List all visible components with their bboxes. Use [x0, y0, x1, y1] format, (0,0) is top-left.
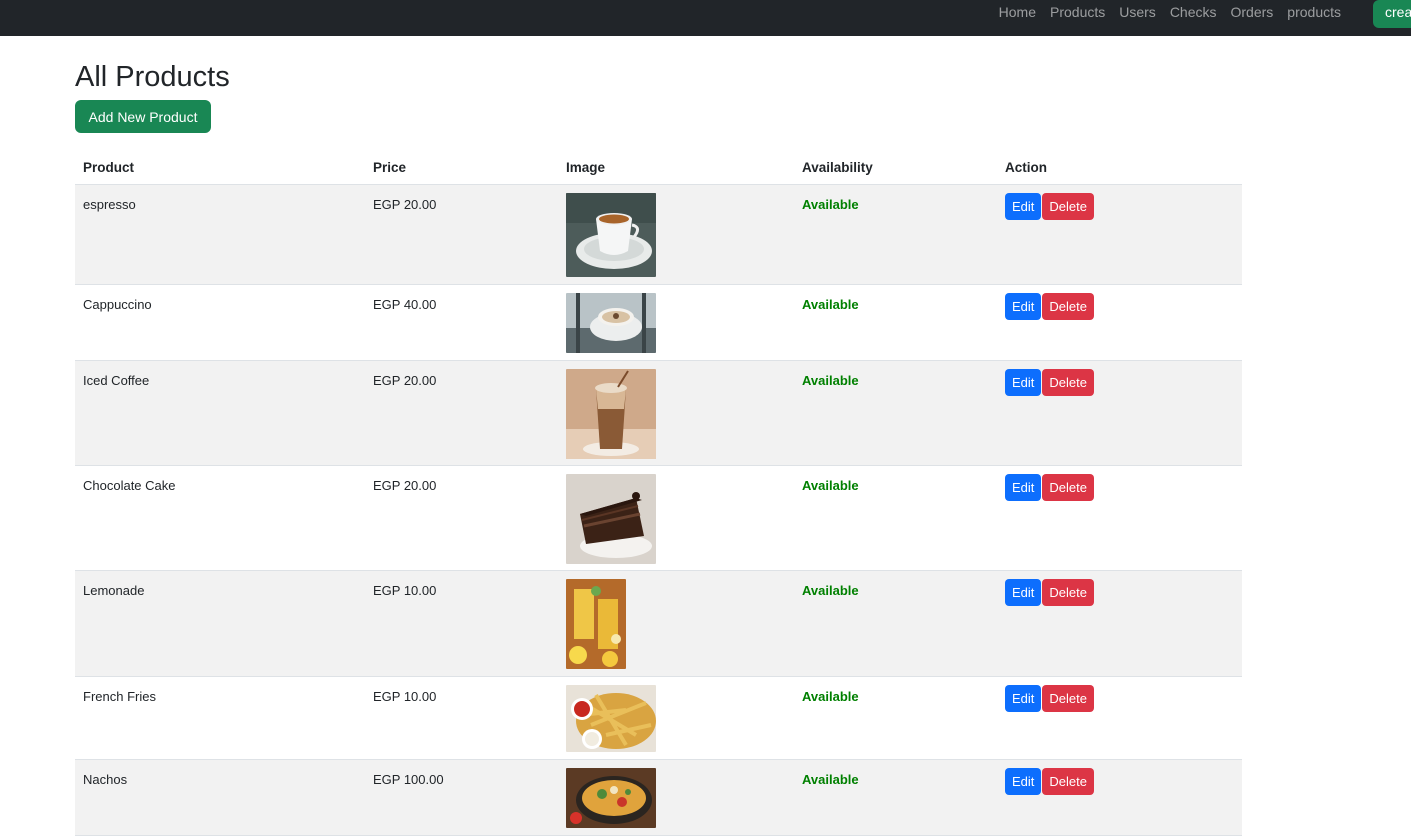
product-price: EGP 40.00: [365, 284, 558, 361]
edit-button[interactable]: Edit: [1005, 293, 1042, 320]
product-price: EGP 20.00: [365, 184, 558, 285]
product-name: Chocolate Cake: [75, 465, 365, 571]
delete-button[interactable]: Delete: [1042, 685, 1094, 712]
product-name: espresso: [75, 184, 365, 285]
availability-status: Available: [794, 759, 997, 836]
header-action: Action: [997, 150, 1242, 185]
availability-status: Available: [794, 570, 997, 677]
product-name: Nachos: [75, 759, 365, 836]
nav-create-button[interactable]: crea: [1373, 0, 1411, 28]
availability-status: Available: [794, 465, 997, 571]
products-table: Product Price Image Availability Action …: [75, 150, 1242, 836]
header-image: Image: [558, 150, 794, 185]
edit-button[interactable]: Edit: [1005, 685, 1042, 712]
product-name: Lemonade: [75, 570, 365, 677]
availability-status: Available: [794, 184, 997, 285]
product-price: EGP 20.00: [365, 360, 558, 466]
nav-checks-link[interactable]: Checks: [1170, 4, 1217, 20]
add-new-product-button[interactable]: Add New Product: [75, 100, 211, 133]
table-row: Iced Coffee EGP 20.00 Available Edit Del…: [75, 360, 1242, 466]
availability-status: Available: [794, 284, 997, 361]
table-row: Lemonade EGP 10.00 Available Edit Delete: [75, 570, 1242, 677]
iced-coffee-photo: [566, 369, 656, 459]
delete-button[interactable]: Delete: [1042, 369, 1094, 396]
header-price: Price: [365, 150, 558, 185]
nav-products-link[interactable]: Products: [1050, 4, 1105, 20]
table-row: espresso EGP 20.00 Available Edit Delete: [75, 184, 1242, 285]
availability-status: Available: [794, 360, 997, 466]
edit-button[interactable]: Edit: [1005, 474, 1042, 501]
edit-button[interactable]: Edit: [1005, 579, 1042, 606]
nachos-photo: [566, 768, 656, 828]
chocolate-cake-photo: [566, 474, 656, 564]
products-table-container: Product Price Image Availability Action …: [75, 150, 1242, 836]
product-price: EGP 100.00: [365, 759, 558, 836]
table-row: Nachos EGP 100.00 Available Edit Delete: [75, 759, 1242, 836]
table-row: French Fries EGP 10.00 Available Edit De…: [75, 676, 1242, 760]
header-availability: Availability: [794, 150, 997, 185]
nav-orders-link[interactable]: Orders: [1231, 4, 1274, 20]
edit-button[interactable]: Edit: [1005, 768, 1042, 795]
delete-button[interactable]: Delete: [1042, 293, 1094, 320]
availability-status: Available: [794, 676, 997, 760]
product-price: EGP 20.00: [365, 465, 558, 571]
nav-home-link[interactable]: Home: [999, 4, 1036, 20]
french-fries-photo: [566, 685, 656, 752]
product-name: Cappuccino: [75, 284, 365, 361]
delete-button[interactable]: Delete: [1042, 474, 1094, 501]
edit-button[interactable]: Edit: [1005, 369, 1042, 396]
table-row: Chocolate Cake EGP 20.00 Available Edit …: [75, 465, 1242, 571]
table-row: Cappuccino EGP 40.00 Available Edit Dele…: [75, 284, 1242, 361]
product-price: EGP 10.00: [365, 570, 558, 677]
nav-links: Home Products Users Checks Orders produc…: [999, 0, 1411, 24]
page-title: All Products: [75, 61, 230, 93]
nav-products-lower-link[interactable]: products: [1287, 4, 1341, 20]
lemonade-photo: [566, 579, 626, 669]
cappuccino-photo: [566, 293, 656, 353]
product-name: French Fries: [75, 676, 365, 760]
delete-button[interactable]: Delete: [1042, 768, 1094, 795]
product-name: Iced Coffee: [75, 360, 365, 466]
delete-button[interactable]: Delete: [1042, 193, 1094, 220]
table-header-row: Product Price Image Availability Action: [75, 150, 1242, 185]
top-navbar: Home Products Users Checks Orders produc…: [0, 0, 1411, 36]
espresso-photo: [566, 193, 656, 277]
product-price: EGP 10.00: [365, 676, 558, 760]
nav-users-link[interactable]: Users: [1119, 4, 1156, 20]
delete-button[interactable]: Delete: [1042, 579, 1094, 606]
edit-button[interactable]: Edit: [1005, 193, 1042, 220]
header-product: Product: [75, 150, 365, 185]
